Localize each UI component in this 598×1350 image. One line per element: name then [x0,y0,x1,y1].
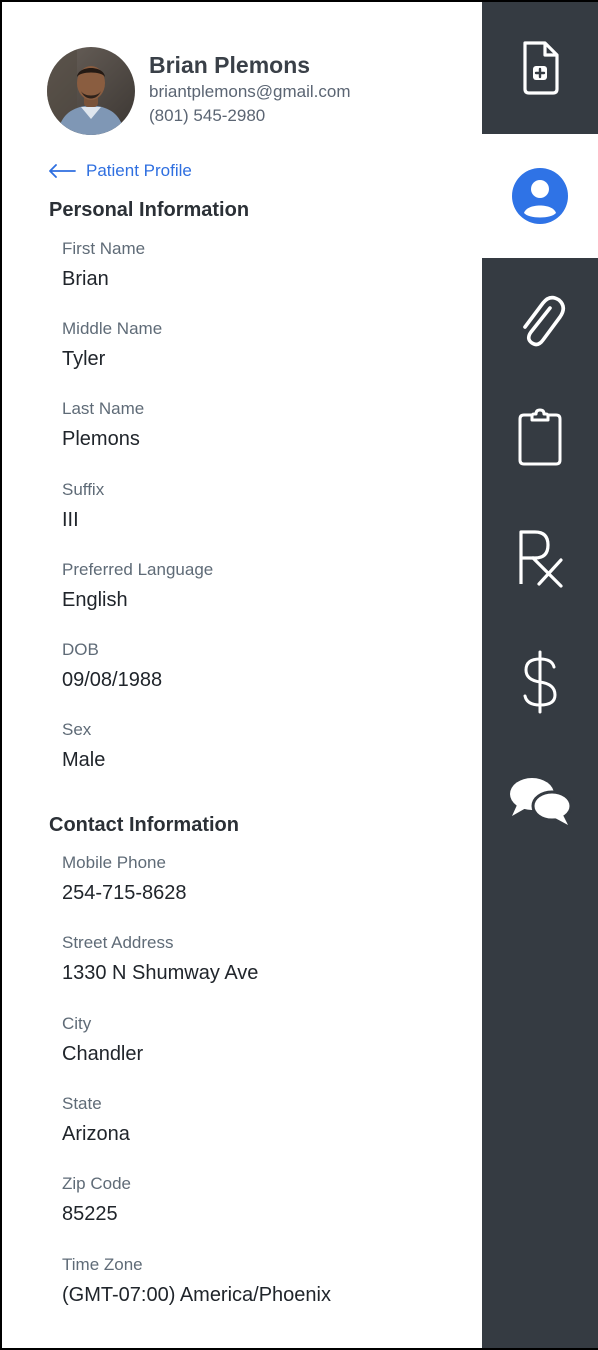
field-suffix: Suffix III [62,480,104,532]
field-label: Last Name [62,399,145,418]
rail-item-attachments[interactable] [482,258,598,378]
field-value: 85225 [62,1203,118,1225]
app-frame: Brian Plemons briantplemons@gmail.com (8… [0,0,598,1350]
field-value: Male [62,749,106,771]
personal-information-heading: Personal Information [49,199,250,221]
field-label: Mobile Phone [62,853,166,872]
dollar-icon [523,650,557,714]
rail-item-prescriptions[interactable] [482,496,598,620]
field-label: State [62,1094,102,1113]
avatar [47,47,135,135]
field-value: Brian [62,268,109,290]
field-preferred-language: Preferred Language English [62,560,213,612]
field-city: City Chandler [62,1014,143,1066]
field-label: Time Zone [62,1255,143,1274]
field-first-name: First Name Brian [62,239,145,291]
paperclip-icon [523,295,566,347]
field-value: Plemons [62,428,140,450]
field-value: English [62,589,128,611]
patient-name: Brian Plemons [149,52,311,78]
field-middle-name: Middle Name Tyler [62,319,162,371]
field-label: Sex [62,720,92,739]
rail-item-messages[interactable] [482,744,598,856]
field-label: First Name [62,239,146,258]
rail-item-new-document[interactable] [482,2,598,134]
field-street-address: Street Address 1330 N Shumway Ave [62,933,258,985]
rail-item-patient-profile[interactable] [482,134,598,258]
field-label: Suffix [62,480,105,499]
field-dob: DOB 09/08/1988 [62,640,162,692]
field-label: DOB [62,640,99,659]
field-label: City [62,1014,92,1033]
chat-bubbles-icon [510,778,572,825]
field-value: 254-715-8628 [62,882,187,904]
field-value: Chandler [62,1043,144,1065]
contact-information-heading: Contact Information [49,814,239,836]
field-value: Arizona [62,1123,130,1145]
rail-item-clipboard[interactable] [482,378,598,496]
field-label: Zip Code [62,1174,131,1193]
document-plus-icon [523,41,559,95]
field-state: State Arizona [62,1094,130,1146]
side-navigation-rail [482,2,598,1348]
field-sex: Sex Male [62,720,105,772]
back-link-label: Patient Profile [86,161,192,180]
field-mobile-phone: Mobile Phone 254-715-8628 [62,853,187,905]
rx-icon [519,530,563,588]
back-to-patient-profile-link[interactable]: Patient Profile [48,161,192,181]
patient-phone: (801) 545-2980 [149,106,266,125]
field-value: III [62,509,79,531]
field-label: Street Address [62,933,174,952]
patient-details-panel: Brian Plemons briantplemons@gmail.com (8… [2,2,482,1348]
field-label: Middle Name [62,319,163,338]
field-value: (GMT-07:00) America/Phoenix [62,1284,331,1306]
user-circle-icon [512,168,568,224]
rail-item-billing[interactable] [482,620,598,744]
field-value: 1330 N Shumway Ave [62,962,259,984]
field-time-zone: Time Zone (GMT-07:00) America/Phoenix [62,1255,331,1307]
field-last-name: Last Name Plemons [62,399,144,451]
field-label: Preferred Language [62,560,214,579]
field-zip-code: Zip Code 85225 [62,1174,131,1226]
clipboard-icon [518,408,562,466]
field-value: Tyler [62,348,106,370]
avatar-photo-icon [47,47,135,135]
patient-email: briantplemons@gmail.com [149,82,351,101]
field-value: 09/08/1988 [62,669,163,691]
arrow-left-icon [49,164,76,178]
